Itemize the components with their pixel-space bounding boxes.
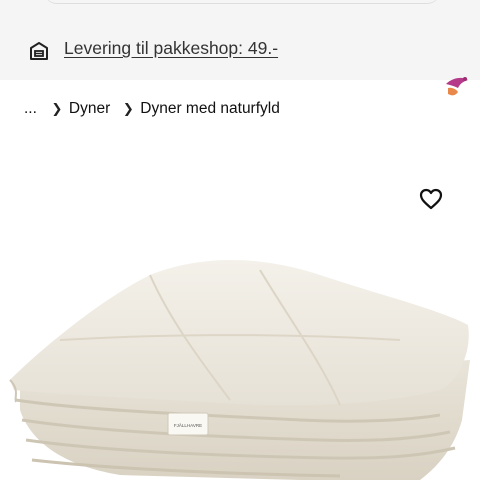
- breadcrumb-ellipsis[interactable]: ...: [24, 100, 37, 118]
- search-bar[interactable]: [44, 0, 440, 4]
- decorative-bird-icon: [446, 77, 468, 96]
- chevron-right-icon: ❯: [122, 101, 134, 116]
- delivery-box-icon: [30, 42, 48, 60]
- top-strip: [0, 0, 480, 22]
- breadcrumb-item-dyner[interactable]: Dyner: [69, 100, 110, 118]
- chevron-right-icon: ❯: [51, 101, 63, 116]
- delivery-link[interactable]: Levering til pakkeshop: 49.-: [64, 38, 278, 59]
- heart-outline-icon: [419, 188, 443, 210]
- duvet-product-image: FJÄLLHAVRE: [9, 260, 470, 480]
- breadcrumb-item-dyner-med-naturfyld[interactable]: Dyner med naturfyld: [140, 100, 280, 118]
- product-tag-text: FJÄLLHAVRE: [174, 422, 202, 428]
- favorite-button[interactable]: [417, 185, 445, 213]
- breadcrumb: ... ❯ Dyner ❯ Dyner med naturfyld: [24, 98, 280, 120]
